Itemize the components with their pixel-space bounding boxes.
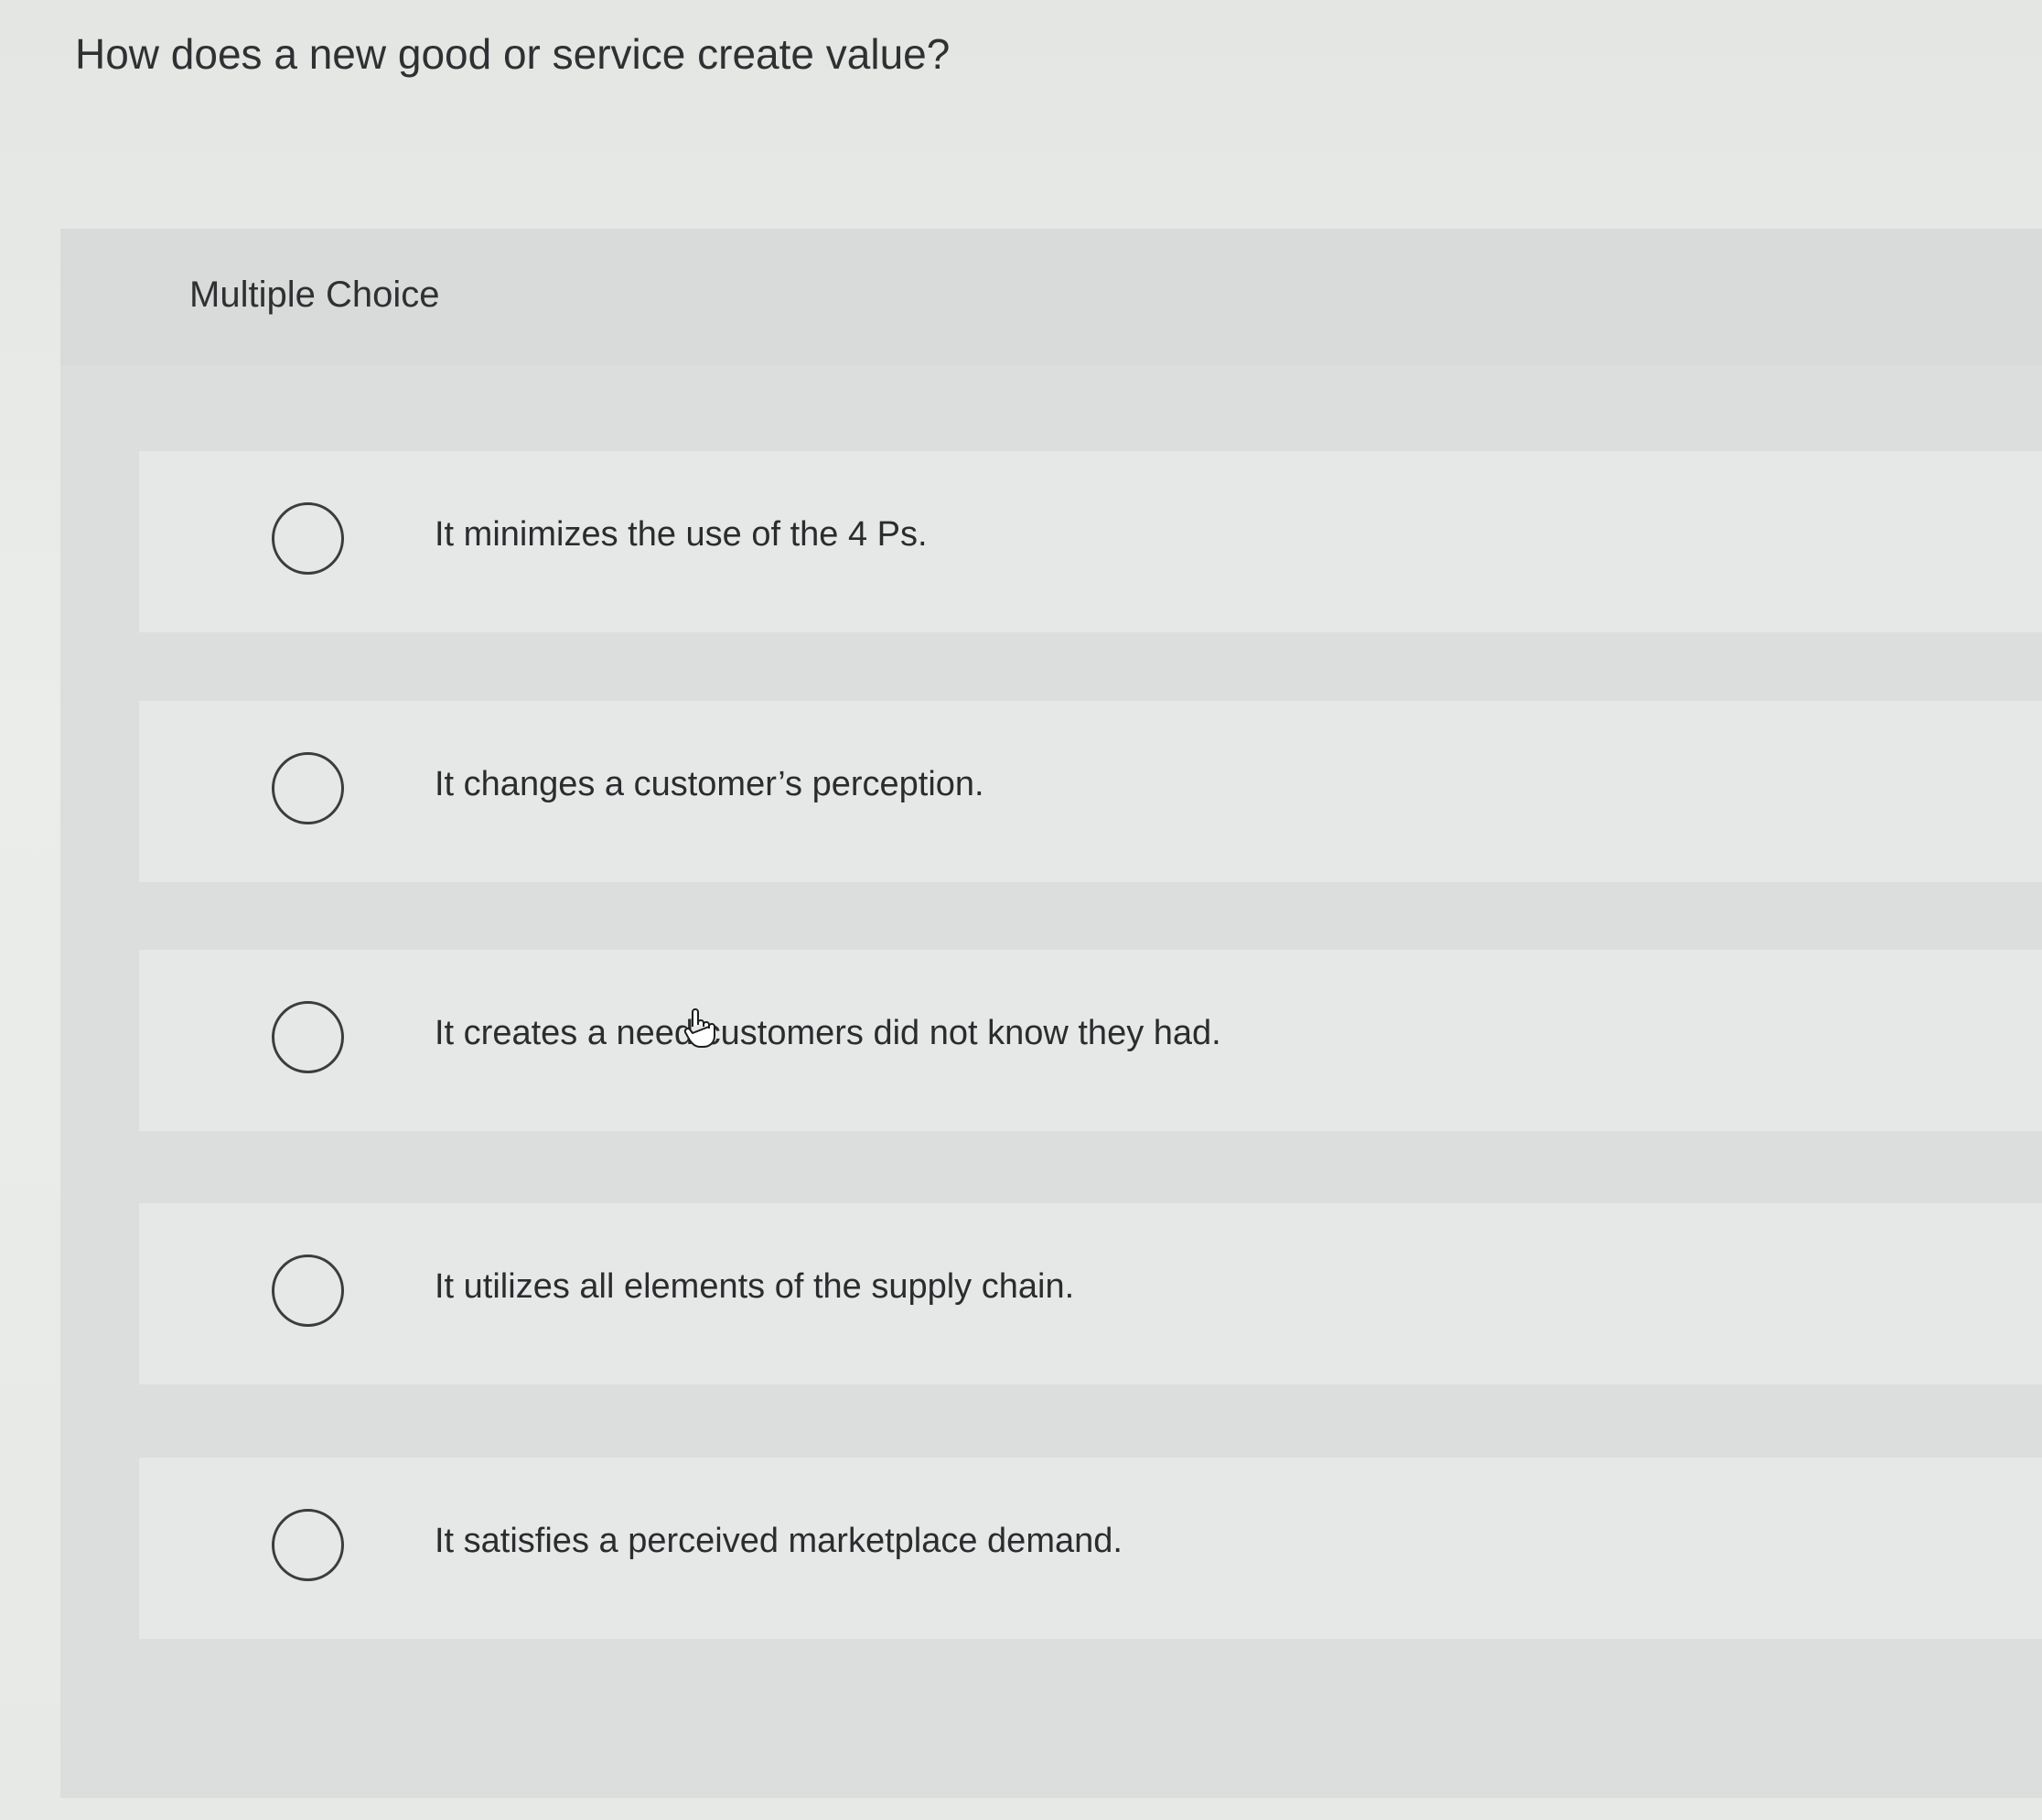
answer-option-2[interactable]: It changes a customer’s perception. xyxy=(139,701,2042,882)
multiple-choice-panel: Multiple Choice It minimizes the use of … xyxy=(60,229,2042,1798)
answer-option-5[interactable]: It satisfies a perceived marketplace dem… xyxy=(139,1458,2042,1639)
answer-option-label: It satisfies a perceived marketplace dem… xyxy=(435,1522,1123,1560)
radio-circle-icon[interactable] xyxy=(272,502,344,575)
question-type-label: Multiple Choice xyxy=(189,275,440,315)
question-title: How does a new good or service create va… xyxy=(75,30,951,78)
answer-option-label: It utilizes all elements of the supply c… xyxy=(435,1267,1075,1306)
hand-pointer-cursor-icon xyxy=(683,1008,715,1048)
answer-option-1[interactable]: It minimizes the use of the 4 Ps. xyxy=(139,451,2042,632)
panel-header: Multiple Choice xyxy=(60,229,2042,366)
radio-circle-icon[interactable] xyxy=(272,1255,344,1327)
radio-circle-icon[interactable] xyxy=(272,1001,344,1073)
radio-circle-icon[interactable] xyxy=(272,752,344,824)
answer-option-label: It changes a customer’s perception. xyxy=(435,765,984,803)
answer-option-3[interactable]: It creates a need customers did not know… xyxy=(139,950,2042,1131)
answer-option-label: It creates a need customers did not know… xyxy=(435,1014,1221,1052)
answer-option-label: It minimizes the use of the 4 Ps. xyxy=(435,515,928,554)
radio-circle-icon[interactable] xyxy=(272,1509,344,1581)
answer-option-4[interactable]: It utilizes all elements of the supply c… xyxy=(139,1203,2042,1384)
